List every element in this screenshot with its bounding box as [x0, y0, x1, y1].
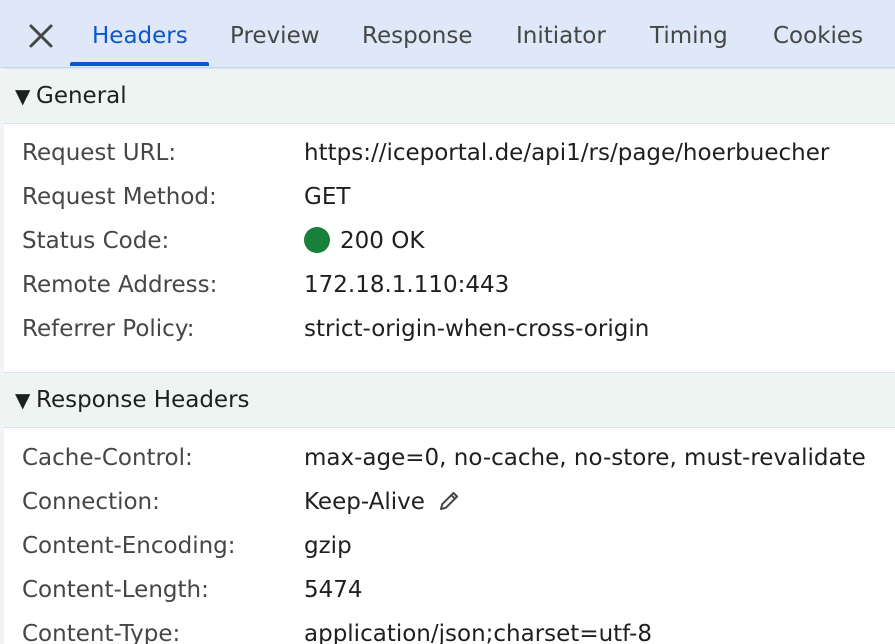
network-details-panel: Headers Preview Response Initiator Timin…: [0, 0, 895, 644]
header-value: 5474: [304, 577, 363, 603]
response-row-content-length: Content-Length: 5474: [22, 568, 895, 612]
tab-cookies[interactable]: Cookies: [773, 0, 863, 67]
collapse-triangle-icon: ▼: [15, 388, 31, 412]
collapse-triangle-icon: ▼: [15, 84, 31, 108]
response-row-content-encoding: Content-Encoding: gzip: [22, 524, 895, 568]
status-dot-icon: [304, 227, 330, 253]
header-key: Referrer Policy:: [22, 316, 195, 342]
header-value-editable: Keep-Alive: [304, 480, 461, 528]
header-value: max-age=0, no-cache, no-store, must-reva…: [304, 445, 866, 471]
header-key: Request URL:: [22, 140, 177, 166]
header-value: GET: [304, 184, 351, 210]
header-value: application/json;charset=utf-8: [304, 621, 652, 644]
status-text: 200 OK: [340, 228, 425, 254]
header-key: Content-Length:: [22, 577, 209, 603]
header-key: Request Method:: [22, 184, 217, 210]
response-headers-section-title: Response Headers: [36, 387, 250, 413]
tab-timing[interactable]: Timing: [650, 0, 728, 67]
tab-preview[interactable]: Preview: [230, 0, 320, 67]
header-key: Connection:: [22, 489, 160, 515]
header-value: https://iceportal.de/api1/rs/page/hoerbu…: [304, 140, 830, 166]
header-key: Cache-Control:: [22, 445, 193, 471]
general-row-request-url: Request URL: https://iceportal.de/api1/r…: [22, 131, 895, 175]
close-icon: [29, 24, 53, 48]
header-value: gzip: [304, 533, 352, 559]
response-row-content-type: Content-Type: application/json;charset=u…: [22, 612, 895, 644]
pencil-icon[interactable]: [437, 484, 461, 528]
header-key: Remote Address:: [22, 272, 218, 298]
tab-initiator[interactable]: Initiator: [516, 0, 606, 67]
header-value-status: 200 OK: [304, 219, 424, 263]
tab-response[interactable]: Response: [362, 0, 472, 67]
header-key: Status Code:: [22, 228, 170, 254]
general-row-remote-address: Remote Address: 172.18.1.110:443: [22, 263, 895, 307]
header-value: strict-origin-when-cross-origin: [304, 316, 650, 342]
general-row-status-code: Status Code: 200 OK: [22, 219, 895, 263]
tab-headers[interactable]: Headers: [92, 0, 188, 67]
tab-bar: Headers Preview Response Initiator Timin…: [0, 0, 895, 68]
response-row-cache-control: Cache-Control: max-age=0, no-cache, no-s…: [22, 436, 895, 480]
header-value: 172.18.1.110:443: [304, 272, 510, 298]
response-headers-section-header[interactable]: ▼ Response Headers: [4, 372, 895, 428]
header-key: Content-Encoding:: [22, 533, 236, 559]
response-row-connection: Connection: Keep-Alive: [22, 480, 895, 524]
general-row-referrer-policy: Referrer Policy: strict-origin-when-cros…: [22, 307, 895, 351]
panel-left-border: [0, 68, 4, 644]
header-key: Content-Type:: [22, 621, 181, 644]
header-value: Keep-Alive: [304, 489, 425, 515]
active-tab-indicator: [70, 62, 209, 66]
general-section-title: General: [36, 83, 127, 109]
general-row-request-method: Request Method: GET: [22, 175, 895, 219]
close-button[interactable]: [22, 17, 60, 55]
general-section-header[interactable]: ▼ General: [4, 68, 895, 124]
